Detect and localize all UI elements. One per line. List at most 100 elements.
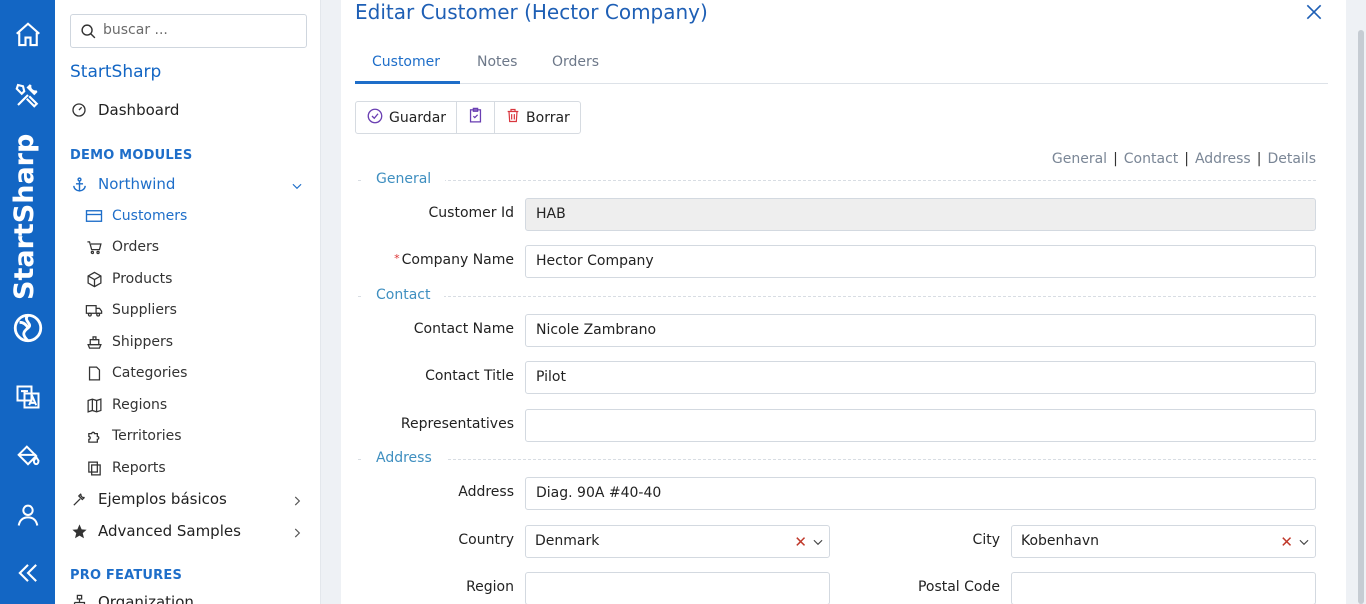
toolbar: Guardar Borrar bbox=[355, 101, 581, 134]
required-marker: * bbox=[394, 252, 400, 265]
sidebar-item-customers[interactable]: Customers bbox=[85, 207, 187, 225]
contact-title-field[interactable]: Pilot bbox=[525, 361, 1316, 394]
tools-icon bbox=[70, 490, 88, 508]
sidebar-item-categories[interactable]: Categories bbox=[85, 364, 187, 382]
save-button[interactable]: Guardar bbox=[356, 102, 458, 133]
search-icon bbox=[80, 23, 97, 44]
contact-name-field[interactable]: Nicole Zambrano bbox=[525, 314, 1316, 347]
city-select[interactable]: Kobenhavn ✕ bbox=[1011, 525, 1316, 558]
scrollbar[interactable] bbox=[1356, 0, 1366, 604]
sidebar-item-products[interactable]: Products bbox=[85, 270, 172, 288]
region-label: Region bbox=[466, 579, 514, 595]
folder-icon bbox=[85, 364, 103, 382]
chevron-down-icon[interactable] bbox=[811, 535, 825, 553]
sidebar: StartSharp Dashboard DEMO MODULES Northw… bbox=[55, 0, 321, 604]
sidebar-item-label: Shippers bbox=[112, 334, 174, 350]
edit-customer-dialog: Editar Customer (Hector Company) Custome… bbox=[341, 0, 1346, 604]
category-link-general[interactable]: General bbox=[1052, 151, 1107, 167]
company-name-field[interactable]: Hector Company bbox=[525, 245, 1316, 278]
contact-name-label: Contact Name bbox=[413, 321, 514, 337]
category-links: General | Contact | Address | Details bbox=[1051, 151, 1316, 167]
chevron-down-icon[interactable] bbox=[290, 179, 304, 197]
user-icon[interactable] bbox=[12, 499, 44, 531]
sidebar-item-northwind[interactable]: Northwind bbox=[70, 175, 175, 193]
search-input[interactable] bbox=[103, 22, 293, 38]
sidebar-item-suppliers[interactable]: Suppliers bbox=[85, 301, 177, 319]
tab-customer[interactable]: Customer bbox=[372, 54, 440, 70]
category-link-details[interactable]: Details bbox=[1267, 151, 1316, 167]
postal-code-label: Postal Code bbox=[917, 579, 1000, 595]
collapse-icon[interactable] bbox=[12, 557, 44, 589]
customer-id-field: HAB bbox=[525, 198, 1316, 231]
translate-icon[interactable] bbox=[12, 381, 44, 413]
chevron-right-icon[interactable] bbox=[290, 526, 304, 544]
company-name-label: * Company Name bbox=[394, 252, 514, 268]
home-icon[interactable] bbox=[12, 19, 44, 51]
copy-icon bbox=[85, 459, 103, 477]
paint-bucket-icon[interactable] bbox=[12, 440, 44, 472]
tab-notes[interactable]: Notes bbox=[477, 54, 517, 70]
tools-icon[interactable] bbox=[12, 79, 44, 111]
clear-icon[interactable]: ✕ bbox=[794, 533, 807, 551]
section-divider bbox=[358, 459, 1316, 460]
delete-button-label: Borrar bbox=[526, 109, 570, 126]
apply-changes-button[interactable] bbox=[457, 102, 496, 133]
sidebar-item-label: Northwind bbox=[98, 175, 176, 193]
sidebar-item-label: Customers bbox=[112, 208, 188, 224]
star-icon bbox=[70, 522, 88, 540]
section-demo-modules: DEMO MODULES bbox=[70, 148, 193, 163]
chevron-down-icon[interactable] bbox=[1297, 535, 1311, 553]
search-box[interactable] bbox=[70, 14, 307, 48]
category-link-contact[interactable]: Contact bbox=[1124, 151, 1178, 167]
dialog-title: Editar Customer (Hector Company) bbox=[355, 0, 708, 24]
sidebar-item-regions[interactable]: Regions bbox=[85, 396, 167, 414]
representatives-label: Representatives bbox=[400, 416, 514, 432]
map-icon bbox=[85, 396, 103, 414]
scrollbar-thumb[interactable] bbox=[1358, 30, 1364, 604]
sidebar-item-label: Regions bbox=[112, 397, 168, 413]
sidebar-item-label: Reports bbox=[112, 460, 166, 476]
sidebar-item-label: Organization bbox=[98, 593, 194, 604]
truck-icon bbox=[85, 301, 103, 319]
cube-icon bbox=[85, 270, 103, 288]
sidebar-item-dashboard[interactable]: Dashboard bbox=[70, 101, 179, 119]
sidebar-item-basic-samples[interactable]: Ejemplos básicos bbox=[70, 490, 227, 508]
city-label: City bbox=[972, 532, 1000, 548]
section-divider bbox=[358, 180, 1316, 181]
sidebar-item-advanced-samples[interactable]: Advanced Samples bbox=[70, 522, 241, 540]
country-select[interactable]: Denmark ✕ bbox=[525, 525, 830, 558]
representatives-field[interactable] bbox=[525, 409, 1316, 442]
sidebar-item-territories[interactable]: Territories bbox=[85, 427, 182, 445]
sidebar-item-reports[interactable]: Reports bbox=[85, 459, 166, 477]
country-select-value: Denmark bbox=[535, 533, 600, 549]
anchor-icon bbox=[70, 175, 88, 193]
section-contact: Contact bbox=[362, 287, 445, 303]
active-tab-indicator bbox=[355, 81, 460, 84]
speedometer-icon bbox=[70, 101, 88, 119]
customer-id-label: Customer Id bbox=[428, 205, 514, 221]
section-divider bbox=[358, 296, 1316, 297]
sidebar-item-shippers[interactable]: Shippers bbox=[85, 333, 173, 351]
delete-button[interactable]: Borrar bbox=[495, 102, 580, 133]
postal-code-field[interactable] bbox=[1011, 572, 1316, 604]
ship-icon bbox=[85, 333, 103, 351]
org-icon bbox=[70, 593, 88, 604]
sidebar-title: StartSharp bbox=[70, 62, 162, 82]
clear-icon[interactable]: ✕ bbox=[1280, 533, 1293, 551]
address-field[interactable]: Diag. 90A #40-40 bbox=[525, 477, 1316, 510]
tab-orders[interactable]: Orders bbox=[552, 54, 599, 70]
trash-icon bbox=[505, 107, 521, 128]
sidebar-item-label: Products bbox=[112, 271, 173, 287]
address-label: Address bbox=[458, 484, 514, 500]
section-pro-features: PRO FEATURES bbox=[70, 568, 183, 583]
category-link-address[interactable]: Address bbox=[1195, 151, 1251, 167]
check-circle-icon bbox=[366, 107, 384, 129]
sidebar-item-organization[interactable]: Organization bbox=[70, 593, 194, 604]
close-icon[interactable] bbox=[1304, 2, 1326, 24]
brand-swirl-icon bbox=[10, 310, 46, 346]
sidebar-item-orders[interactable]: Orders bbox=[85, 238, 159, 256]
app-rail: StartSharp bbox=[0, 0, 55, 604]
cart-icon bbox=[85, 238, 103, 256]
region-field[interactable] bbox=[525, 572, 830, 604]
chevron-right-icon[interactable] bbox=[290, 494, 304, 512]
